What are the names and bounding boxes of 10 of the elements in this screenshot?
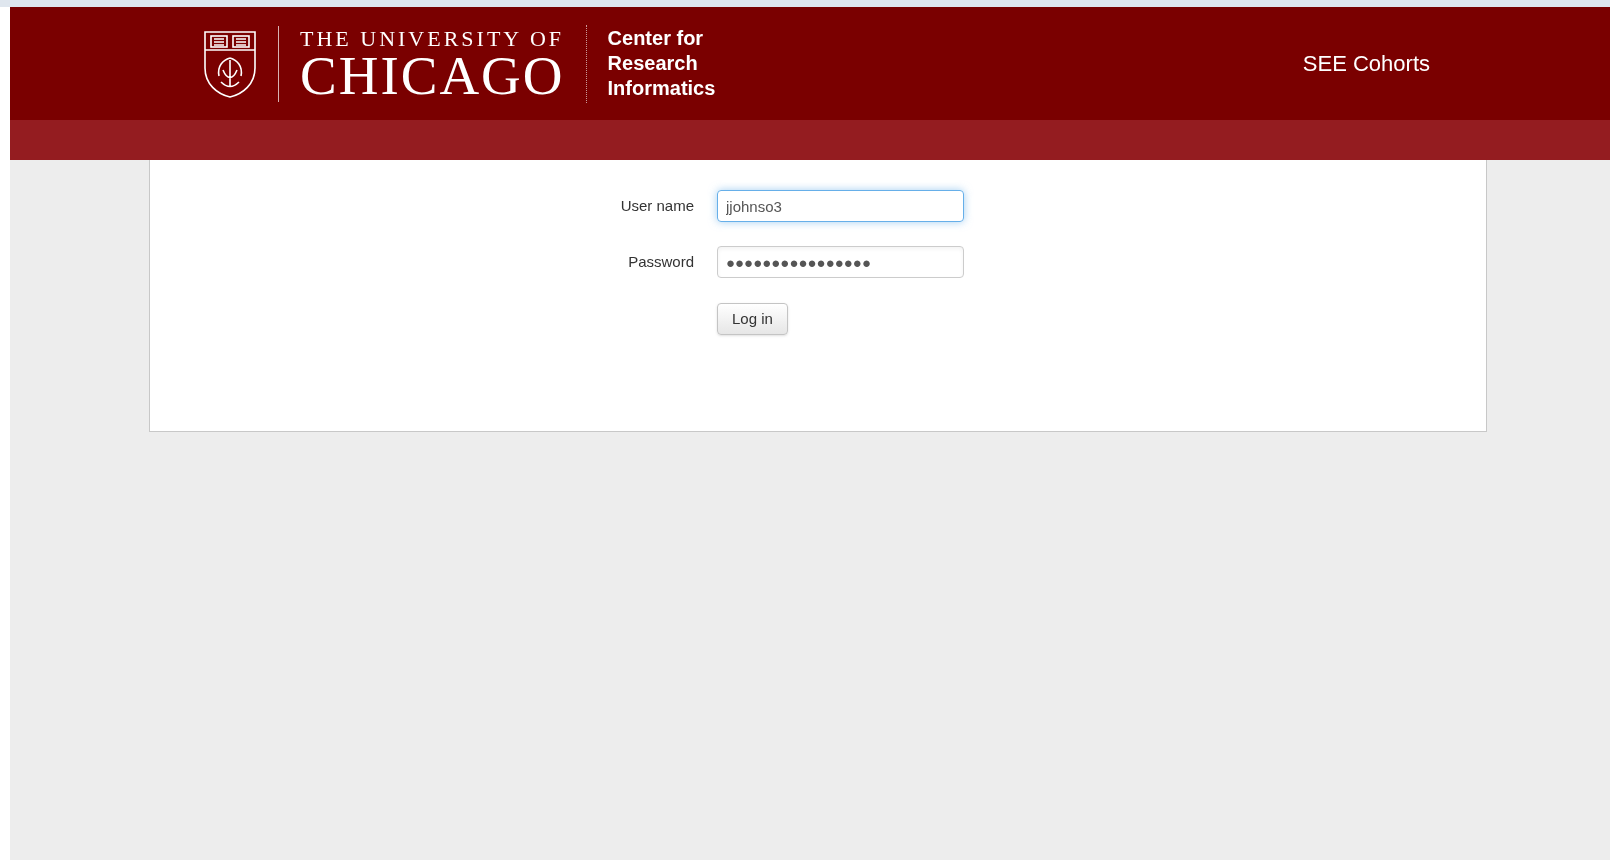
university-shield-icon [203, 29, 257, 98]
app-title: SEE Cohorts [1302, 50, 1430, 78]
field-label: User name [619, 195, 694, 216]
input-field[interactable]: jjohnso3 [717, 190, 964, 222]
university-name-line: THE UNIVERSITY OF [300, 26, 565, 51]
login-button[interactable]: Log in [717, 303, 788, 335]
field-label: Password [627, 251, 694, 272]
input-field[interactable]: ●●●●●●●●●●●●●●●● [717, 246, 964, 278]
center-name: Center for Research Informatics [607, 26, 716, 101]
university-name: CHICAGO [300, 50, 565, 101]
